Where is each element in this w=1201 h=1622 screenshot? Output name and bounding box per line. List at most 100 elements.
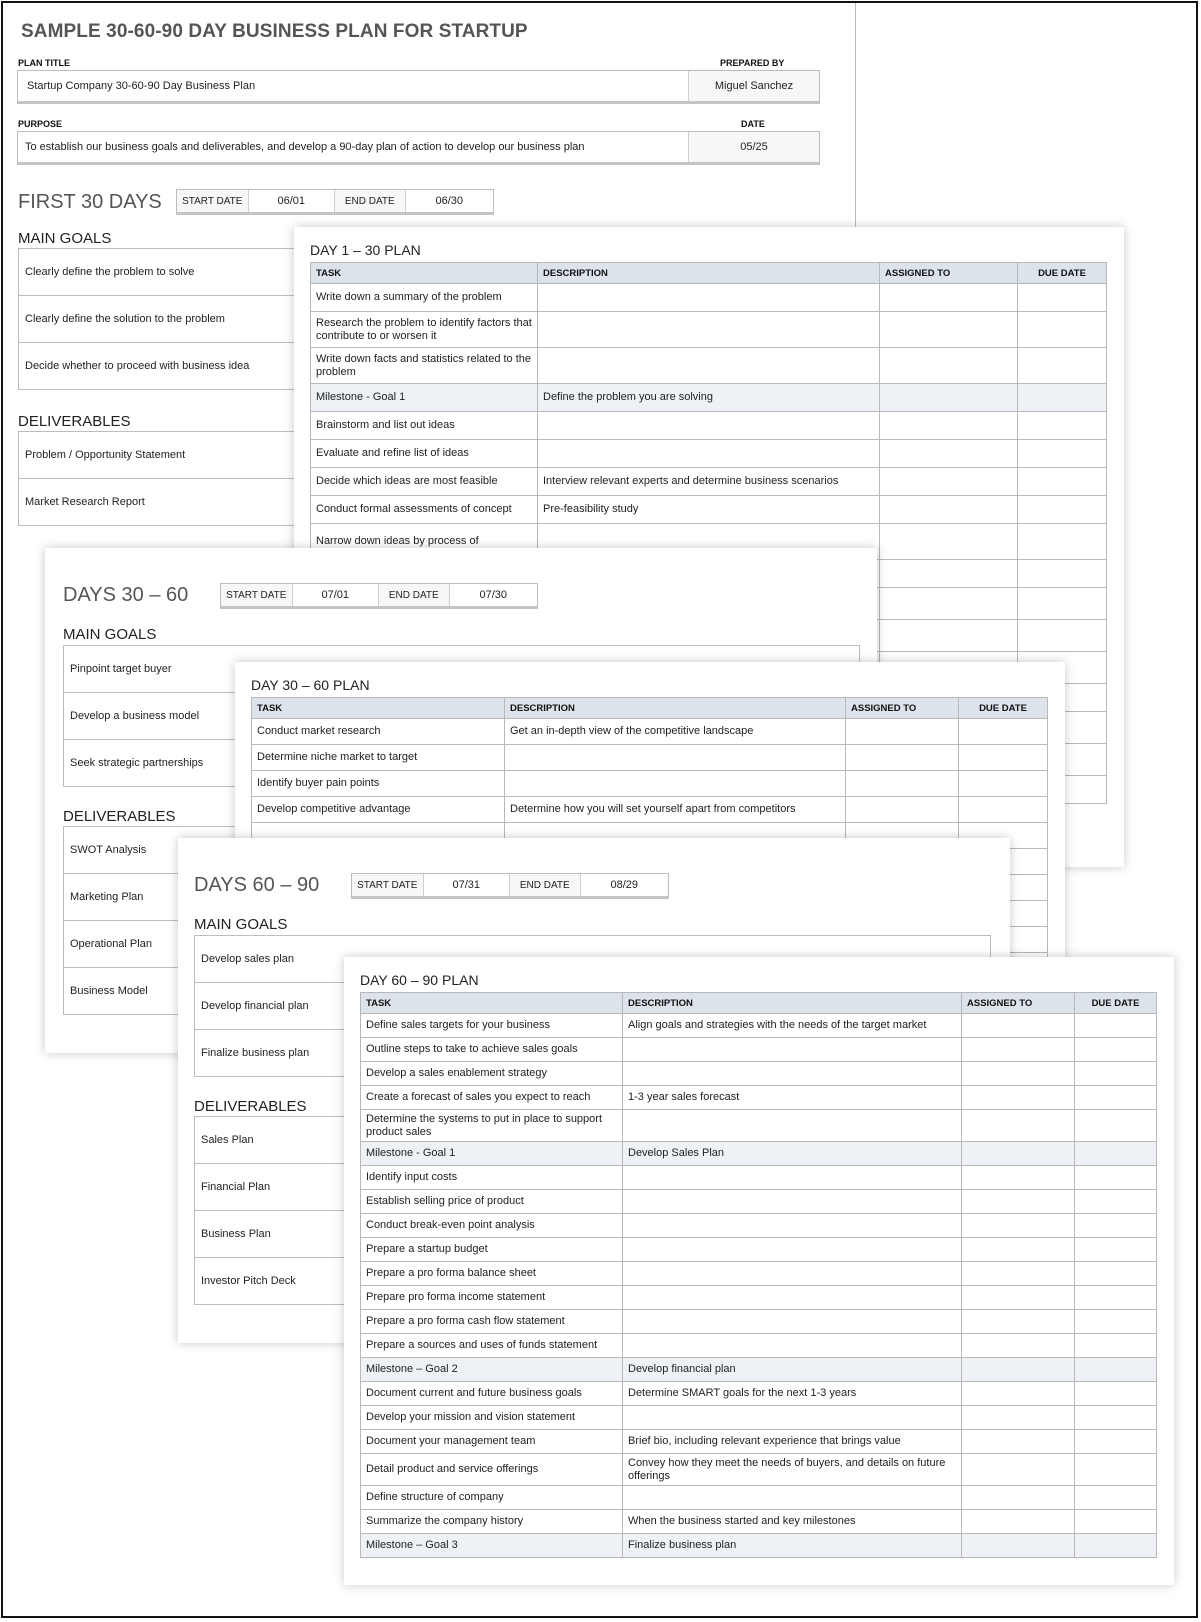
- task-cell[interactable]: Determine niche market to target: [251, 744, 505, 771]
- description-cell[interactable]: [504, 744, 846, 771]
- assigned-to-cell[interactable]: [961, 1381, 1075, 1406]
- due-date-cell[interactable]: [1074, 1013, 1157, 1038]
- due-date-cell[interactable]: [1074, 1509, 1157, 1534]
- goal-item[interactable]: Clearly define the problem to solve: [19, 249, 319, 296]
- due-date-cell[interactable]: [1017, 383, 1107, 412]
- assigned-to-cell[interactable]: [845, 718, 959, 745]
- description-cell[interactable]: 1-3 year sales forecast: [622, 1085, 962, 1110]
- task-cell[interactable]: Define sales targets for your business: [360, 1013, 623, 1038]
- assigned-to-cell[interactable]: [961, 1037, 1075, 1062]
- description-cell[interactable]: When the business started and key milest…: [622, 1509, 962, 1534]
- due-date-cell[interactable]: [1074, 1037, 1157, 1062]
- due-date-cell[interactable]: [1017, 523, 1107, 560]
- assigned-to-cell[interactable]: [961, 1109, 1075, 1142]
- assigned-to-cell[interactable]: [961, 1141, 1075, 1166]
- task-cell[interactable]: Brainstorm and list out ideas: [310, 411, 538, 440]
- due-date-cell[interactable]: [1074, 1285, 1157, 1310]
- description-cell[interactable]: Define the problem you are solving: [537, 383, 880, 412]
- task-cell[interactable]: Establish selling price of product: [360, 1189, 623, 1214]
- assigned-to-cell[interactable]: [961, 1485, 1075, 1510]
- end-date-field[interactable]: 07/30: [448, 584, 537, 606]
- goal-item[interactable]: Decide whether to proceed with business …: [19, 343, 319, 390]
- description-cell[interactable]: [622, 1237, 962, 1262]
- description-cell[interactable]: [622, 1309, 962, 1334]
- due-date-cell[interactable]: [1074, 1237, 1157, 1262]
- assigned-to-cell[interactable]: [879, 283, 1018, 312]
- assigned-to-cell[interactable]: [879, 559, 1018, 588]
- task-cell[interactable]: Develop your mission and vision statemen…: [360, 1405, 623, 1430]
- assigned-to-cell[interactable]: [961, 1309, 1075, 1334]
- task-cell[interactable]: Develop competitive advantage: [251, 796, 505, 823]
- task-cell[interactable]: Evaluate and refine list of ideas: [310, 439, 538, 468]
- description-cell[interactable]: [622, 1165, 962, 1190]
- due-date-cell[interactable]: [1074, 1261, 1157, 1286]
- assigned-to-cell[interactable]: [879, 587, 1018, 620]
- description-cell[interactable]: Brief bio, including relevant experience…: [622, 1429, 962, 1454]
- task-cell[interactable]: Conduct formal assessments of concept: [310, 495, 538, 524]
- due-date-cell[interactable]: [1074, 1165, 1157, 1190]
- task-cell[interactable]: Document current and future business goa…: [360, 1381, 623, 1406]
- start-date-field[interactable]: 06/01: [247, 190, 334, 212]
- description-cell[interactable]: [537, 411, 880, 440]
- assigned-to-cell[interactable]: [961, 1237, 1075, 1262]
- assigned-to-cell[interactable]: [961, 1013, 1075, 1038]
- assigned-to-cell[interactable]: [961, 1213, 1075, 1238]
- task-cell[interactable]: Milestone - Goal 1: [310, 383, 538, 412]
- description-cell[interactable]: [622, 1285, 962, 1310]
- due-date-cell[interactable]: [1074, 1085, 1157, 1110]
- assigned-to-cell[interactable]: [961, 1085, 1075, 1110]
- description-cell[interactable]: [622, 1037, 962, 1062]
- description-cell[interactable]: Develop Sales Plan: [622, 1141, 962, 1166]
- description-cell[interactable]: Convey how they meet the needs of buyers…: [622, 1453, 962, 1486]
- due-date-cell[interactable]: [1017, 559, 1107, 588]
- assigned-to-cell[interactable]: [879, 383, 1018, 412]
- assigned-to-cell[interactable]: [961, 1061, 1075, 1086]
- due-date-cell[interactable]: [1074, 1189, 1157, 1214]
- task-cell[interactable]: Prepare a pro forma balance sheet: [360, 1261, 623, 1286]
- end-date-field[interactable]: 06/30: [404, 190, 493, 212]
- due-date-cell[interactable]: [1017, 619, 1107, 652]
- due-date-cell[interactable]: [1074, 1429, 1157, 1454]
- due-date-cell[interactable]: [1074, 1333, 1157, 1358]
- description-cell[interactable]: [622, 1061, 962, 1086]
- goal-item[interactable]: Clearly define the solution to the probl…: [19, 296, 319, 343]
- date-field[interactable]: 05/25: [688, 132, 819, 162]
- task-cell[interactable]: Research the problem to identify factors…: [310, 311, 538, 348]
- assigned-to-cell[interactable]: [961, 1453, 1075, 1486]
- assigned-to-cell[interactable]: [961, 1357, 1075, 1382]
- description-cell[interactable]: [537, 347, 880, 384]
- due-date-cell[interactable]: [1017, 411, 1107, 440]
- due-date-cell[interactable]: [1074, 1309, 1157, 1334]
- task-cell[interactable]: Prepare a pro forma cash flow statement: [360, 1309, 623, 1334]
- task-cell[interactable]: Milestone – Goal 2: [360, 1357, 623, 1382]
- description-cell[interactable]: [537, 439, 880, 468]
- assigned-to-cell[interactable]: [879, 495, 1018, 524]
- assigned-to-cell[interactable]: [961, 1509, 1075, 1534]
- due-date-cell[interactable]: [1017, 439, 1107, 468]
- task-cell[interactable]: Milestone - Goal 1: [360, 1141, 623, 1166]
- due-date-cell[interactable]: [958, 796, 1048, 823]
- due-date-cell[interactable]: [1074, 1405, 1157, 1430]
- description-cell[interactable]: [622, 1189, 962, 1214]
- assigned-to-cell[interactable]: [879, 619, 1018, 652]
- assigned-to-cell[interactable]: [879, 467, 1018, 496]
- description-cell[interactable]: Pre-feasibility study: [537, 495, 880, 524]
- assigned-to-cell[interactable]: [961, 1405, 1075, 1430]
- assigned-to-cell[interactable]: [879, 411, 1018, 440]
- due-date-cell[interactable]: [958, 718, 1048, 745]
- start-date-field[interactable]: 07/01: [291, 584, 378, 606]
- due-date-cell[interactable]: [1017, 467, 1107, 496]
- description-cell[interactable]: [504, 770, 846, 797]
- assigned-to-cell[interactable]: [845, 744, 959, 771]
- task-cell[interactable]: Conduct market research: [251, 718, 505, 745]
- task-cell[interactable]: Define structure of company: [360, 1485, 623, 1510]
- assigned-to-cell[interactable]: [961, 1533, 1075, 1558]
- due-date-cell[interactable]: [1074, 1357, 1157, 1382]
- task-cell[interactable]: Write down a summary of the problem: [310, 283, 538, 312]
- task-cell[interactable]: Determine the systems to put in place to…: [360, 1109, 623, 1142]
- task-cell[interactable]: Outline steps to take to achieve sales g…: [360, 1037, 623, 1062]
- assigned-to-cell[interactable]: [961, 1333, 1075, 1358]
- description-cell[interactable]: [622, 1213, 962, 1238]
- task-cell[interactable]: Prepare pro forma income statement: [360, 1285, 623, 1310]
- due-date-cell[interactable]: [958, 744, 1048, 771]
